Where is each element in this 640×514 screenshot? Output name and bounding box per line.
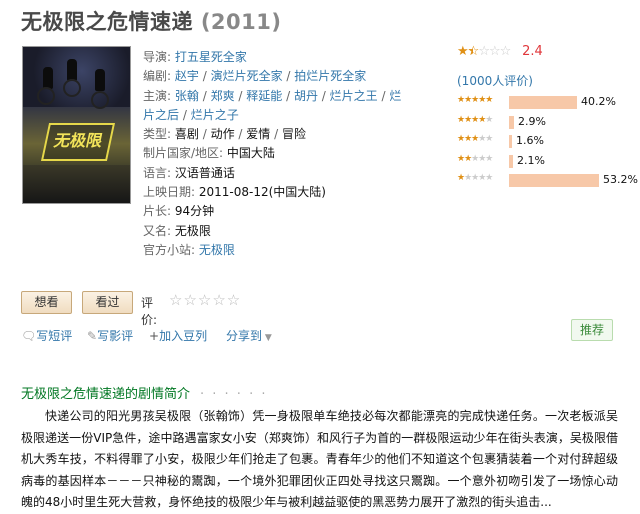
genre: 动作 bbox=[210, 127, 235, 142]
rating-row-stars: ★★★★★ bbox=[457, 95, 493, 105]
recommend-button[interactable]: 推荐 bbox=[571, 319, 613, 341]
writer-link[interactable]: 拍烂片死全家 bbox=[294, 69, 366, 83]
cast-link[interactable]: 胡丹 bbox=[294, 89, 318, 103]
plot-summary: 快递公司的阳光男孩吴极限（张翰饰）凭一身极限单车绝技必每次都能漂亮的完成快递任务… bbox=[21, 409, 618, 509]
poster-rider bbox=[67, 59, 77, 81]
rating-row-stars: ★★★★★ bbox=[457, 153, 493, 164]
rate-label: 评价: bbox=[141, 296, 158, 327]
comment-icon: 🗨 bbox=[21, 329, 37, 343]
poster-logo: 无极限 bbox=[40, 123, 116, 161]
movie-poster[interactable]: 无极限 bbox=[22, 46, 131, 204]
write-review-link[interactable]: ✎写影评 bbox=[87, 327, 133, 344]
rating-row-stars: ★★★★★ bbox=[457, 114, 493, 125]
movie-info: 导演: 打五星死全家 编剧: 赵宇 / 演烂片死全家 / 拍烂片死全家 主演: … bbox=[143, 50, 402, 257]
rating-bar bbox=[509, 135, 512, 148]
cast-link[interactable]: 烂片之子 bbox=[191, 108, 239, 122]
genre: 喜剧 bbox=[174, 127, 199, 142]
runtime: 94分钟 bbox=[174, 204, 215, 219]
cast-link[interactable]: 张翰 bbox=[175, 89, 199, 103]
want-button[interactable]: 想看 bbox=[21, 291, 72, 314]
rating-score: 2.4 bbox=[522, 44, 543, 59]
rating-summary: ★☆★☆☆☆ 2.4 bbox=[457, 44, 543, 59]
cast-link[interactable]: 烂片之王 bbox=[330, 89, 378, 103]
movie-title: 无极限之危情速递 bbox=[21, 10, 193, 34]
country: 中国大陆 bbox=[226, 146, 275, 161]
rating-percent: 1.6% bbox=[516, 134, 544, 147]
seen-button[interactable]: 看过 bbox=[82, 291, 133, 314]
release-date: 2011-08-12(中国大陆) bbox=[198, 185, 326, 200]
summary-heading: 无极限之危情速递的剧情简介 · · · · · · bbox=[21, 387, 268, 402]
rating-bar bbox=[509, 154, 513, 168]
poster-rider bbox=[43, 67, 53, 89]
rating-row-stars: ★★★★★ bbox=[457, 173, 493, 183]
official-site-link[interactable]: 无极限 bbox=[199, 243, 235, 257]
rating-row-stars: ★★★★★ bbox=[457, 134, 493, 144]
rating-percent: 40.2% bbox=[581, 95, 616, 108]
language: 汉语普通话 bbox=[174, 165, 235, 180]
rate-stars-input[interactable]: ☆☆☆☆☆ bbox=[169, 291, 241, 309]
genre: 爱情 bbox=[246, 127, 271, 142]
genre: 冒险 bbox=[281, 127, 306, 142]
cast-link[interactable]: 释延能 bbox=[246, 89, 282, 103]
plus-icon: + bbox=[149, 329, 160, 343]
add-to-list-link[interactable]: +加入豆列 bbox=[149, 327, 207, 344]
rating-votes[interactable]: (1000人评价) bbox=[457, 72, 533, 89]
cast-link[interactable]: 烂 bbox=[389, 89, 401, 103]
cast-link[interactable]: 片之后 bbox=[143, 108, 179, 122]
rating-bar bbox=[509, 115, 514, 129]
rating-bar bbox=[509, 174, 599, 187]
writer-link[interactable]: 演烂片死全家 bbox=[211, 69, 283, 83]
poster-rider bbox=[95, 69, 105, 91]
share-dropdown[interactable]: 分享到 ▼ bbox=[226, 327, 272, 344]
edit-icon: ✎ bbox=[87, 329, 98, 343]
rating-percent: 2.1% bbox=[517, 153, 545, 167]
rating-percent: 53.2% bbox=[603, 173, 638, 186]
writer-link[interactable]: 赵宇 bbox=[175, 69, 199, 83]
rating-stars: ★☆★☆☆☆ bbox=[457, 44, 511, 59]
page-title: 无极限之危情速递 (2011) bbox=[21, 6, 281, 36]
aka: 无极限 bbox=[174, 223, 211, 238]
rating-bar bbox=[509, 96, 577, 109]
rating-percent: 2.9% bbox=[518, 114, 546, 128]
write-short-review-link[interactable]: 🗨写短评 bbox=[21, 327, 72, 344]
cast-link[interactable]: 郑爽 bbox=[211, 89, 235, 103]
chevron-down-icon: ▼ bbox=[262, 333, 272, 343]
movie-year: (2011) bbox=[200, 10, 282, 34]
director-link[interactable]: 打五星死全家 bbox=[175, 50, 247, 64]
